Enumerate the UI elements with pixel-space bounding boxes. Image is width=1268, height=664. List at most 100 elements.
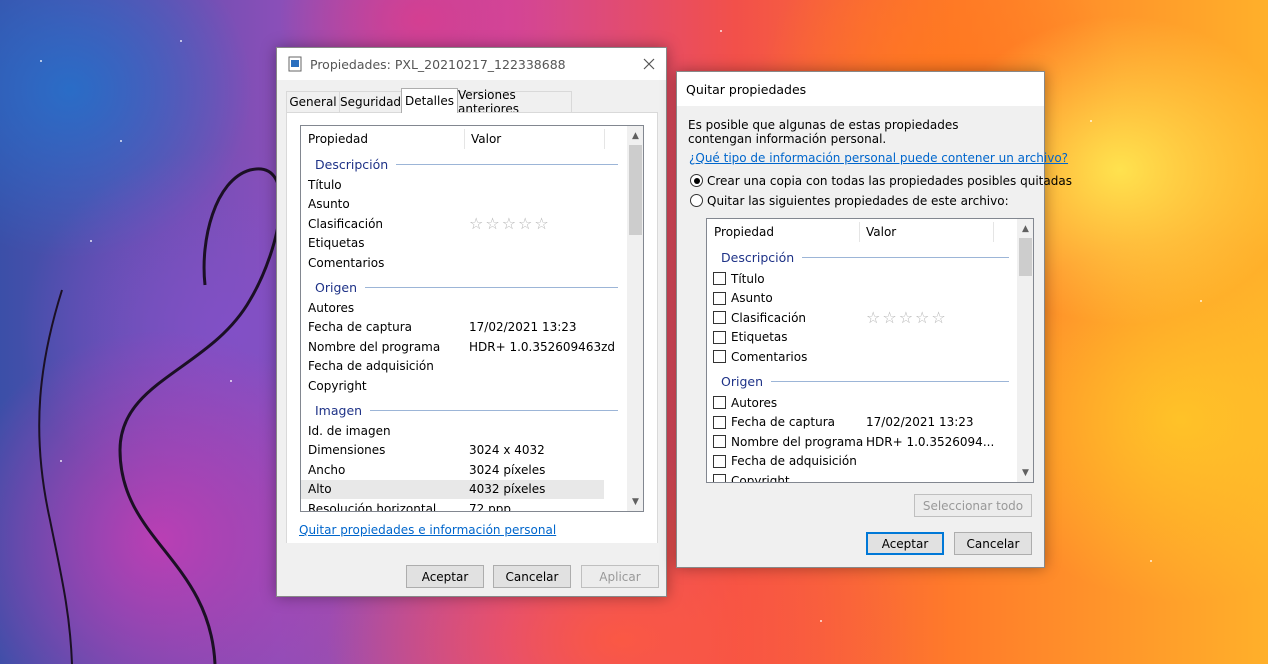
star [820, 620, 822, 622]
property-row[interactable]: Dimensiones 3024 x 4032 [301, 441, 628, 461]
property-name: Resolución horizontal [308, 501, 437, 512]
property-value: 17/02/2021 13:23 [866, 415, 974, 430]
property-row[interactable]: Fecha de captura 17/02/2021 13:23 [301, 318, 628, 338]
checklist-row[interactable]: Clasificación ☆☆☆☆☆ [707, 308, 1019, 328]
apply-button[interactable]: Aplicar [581, 565, 659, 588]
remove-property-checklist[interactable]: Propiedad Valor Descripción Título Asunt… [706, 218, 1034, 483]
group-label: Descripción [315, 156, 389, 172]
tab-bar: General Seguridad Detalles Versiones ant… [286, 88, 666, 116]
details-scrollbar[interactable]: ▲ ▼ [627, 126, 643, 511]
checkbox[interactable] [713, 350, 726, 363]
tab-security[interactable]: Seguridad [339, 91, 402, 112]
property-name: Etiquetas [308, 236, 365, 251]
star [60, 460, 62, 462]
star [180, 40, 182, 42]
window-title: Quitar propiedades [686, 81, 807, 97]
checklist-row[interactable]: Copyright [707, 471, 1019, 483]
ok-button[interactable]: Aceptar [866, 532, 944, 555]
scrollbar-thumb[interactable] [629, 145, 642, 235]
cancel-button[interactable]: Cancelar [493, 565, 571, 588]
checklist-row[interactable]: Etiquetas [707, 328, 1019, 348]
select-all-button[interactable]: Seleccionar todo [914, 494, 1032, 517]
property-row[interactable]: Id. de imagen [301, 421, 628, 441]
tab-previous-versions[interactable]: Versiones anteriores [457, 88, 572, 116]
checkbox[interactable] [713, 330, 726, 344]
property-row[interactable]: Autores [301, 298, 628, 318]
remove-properties-window: Quitar propiedades Es posible que alguna… [676, 71, 1072, 568]
column-header-value[interactable]: Valor [859, 219, 993, 245]
star [1200, 300, 1202, 302]
rating-stars: ☆☆☆☆☆ [866, 308, 948, 328]
checkbox[interactable] [713, 474, 726, 482]
property-name: Id. de imagen [308, 423, 391, 438]
personal-info-help-link[interactable]: ¿Qué tipo de información personal puede … [689, 151, 1068, 165]
property-row[interactable]: Título [301, 175, 628, 195]
property-row[interactable]: Comentarios [301, 253, 628, 273]
property-name: Comentarios [731, 349, 808, 364]
property-name: Asunto [731, 291, 773, 306]
property-row[interactable]: Resolución horizontal 72 ppp [301, 499, 628, 512]
details-property-list[interactable]: Propiedad Valor Descripción Título Asunt… [300, 125, 644, 512]
checkbox[interactable] [713, 435, 726, 448]
property-row[interactable]: Fecha de adquisición [301, 357, 628, 377]
property-name: Fecha de captura [731, 415, 835, 430]
property-name: Clasificación [308, 216, 384, 231]
scroll-down-icon[interactable]: ▼ [627, 493, 643, 510]
ok-button[interactable]: Aceptar [406, 565, 484, 588]
property-name: Alto [308, 482, 332, 497]
checklist-row[interactable]: Autores [707, 393, 1019, 413]
close-icon[interactable] [640, 55, 658, 73]
properties-titlebar[interactable]: Propiedades: PXL_20210217_122338688 [277, 48, 666, 80]
checklist-row[interactable]: Asunto [707, 289, 1019, 309]
checklist-row[interactable]: Fecha de adquisición [707, 452, 1019, 472]
checkbox[interactable] [713, 396, 726, 409]
rating-stars[interactable]: ☆☆☆☆☆ [469, 214, 551, 234]
column-header-property[interactable]: Propiedad [707, 219, 859, 245]
checkbox[interactable] [713, 415, 726, 429]
property-row[interactable]: Etiquetas [301, 234, 628, 254]
property-name: Autores [731, 395, 778, 410]
property-row[interactable]: Clasificación ☆☆☆☆☆ [301, 214, 628, 234]
tab-details[interactable]: Detalles [401, 88, 458, 113]
property-row[interactable]: Ancho 3024 píxeles [301, 460, 628, 480]
property-name: Copyright [308, 378, 367, 393]
checklist-row[interactable]: Nombre del programa HDR+ 1.0.3526094... [707, 432, 1019, 452]
radio-create-copy-label[interactable]: Crear una copia con todas las propiedade… [707, 174, 1072, 188]
property-name: Copyright [731, 473, 790, 483]
cancel-button[interactable]: Cancelar [954, 532, 1032, 555]
star [40, 60, 42, 62]
tab-general[interactable]: General [286, 91, 340, 112]
column-header-property[interactable]: Propiedad [301, 126, 464, 152]
remove-properties-link[interactable]: Quitar propiedades e información persona… [299, 523, 556, 537]
group-label: Origen [315, 279, 357, 295]
column-header-value[interactable]: Valor [464, 126, 604, 152]
intro-text: Es posible que algunas de estas propieda… [688, 118, 959, 146]
scroll-down-icon[interactable]: ▼ [1017, 464, 1033, 481]
scroll-up-icon[interactable]: ▲ [627, 127, 643, 144]
radio-create-copy[interactable] [690, 174, 703, 187]
checklist-row[interactable]: Comentarios [707, 347, 1019, 367]
group-label: Imagen [315, 402, 363, 418]
scroll-up-icon[interactable]: ▲ [1017, 220, 1033, 237]
checkbox[interactable] [713, 454, 726, 468]
property-row[interactable]: Nombre del programa HDR+ 1.0.352609463zd [301, 337, 628, 357]
checkbox[interactable] [713, 272, 726, 285]
radio-remove-from-file[interactable] [690, 194, 703, 207]
group-header-descripcion: Descripción [707, 247, 1019, 267]
property-row[interactable]: Asunto [301, 195, 628, 215]
checkbox[interactable] [713, 291, 726, 305]
scrollbar-thumb[interactable] [1019, 238, 1032, 276]
checklist-row[interactable]: Título [707, 269, 1019, 289]
remove-properties-titlebar[interactable]: Quitar propiedades [677, 72, 1044, 106]
radio-remove-from-file-label[interactable]: Quitar las siguientes propiedades de est… [707, 194, 1009, 208]
column-header-label: Propiedad [714, 225, 774, 239]
star [1090, 120, 1092, 122]
checkbox[interactable] [713, 311, 726, 324]
property-row[interactable]: Copyright [301, 376, 628, 396]
property-name: Etiquetas [731, 330, 788, 345]
property-name: Fecha de adquisición [308, 359, 434, 374]
checklist-row[interactable]: Fecha de captura 17/02/2021 13:23 [707, 413, 1019, 433]
property-row-selected[interactable]: Alto 4032 píxeles [301, 479, 604, 499]
property-name: Comentarios [308, 255, 385, 270]
checklist-scrollbar[interactable]: ▲ ▼ [1017, 219, 1033, 482]
